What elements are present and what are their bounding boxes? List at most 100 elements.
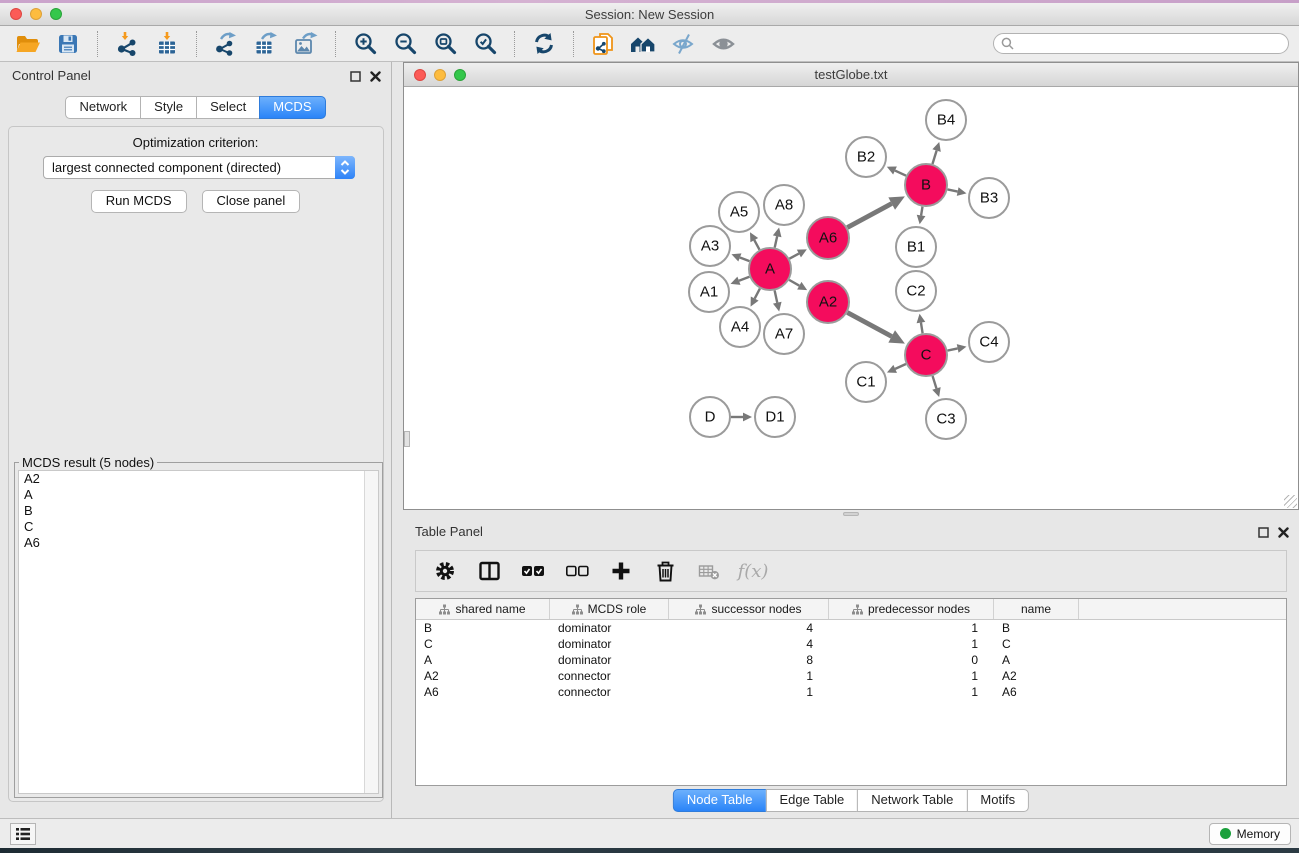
close-panel-button[interactable]: Close panel	[202, 190, 301, 213]
zoom-selected-button[interactable]	[469, 29, 501, 59]
export-image-button[interactable]	[290, 29, 322, 59]
hide-selection-button[interactable]	[667, 29, 699, 59]
tab-node-table[interactable]: Node Table	[673, 789, 767, 812]
column-header-name[interactable]: name	[994, 599, 1079, 619]
tab-select[interactable]: Select	[196, 96, 260, 119]
tab-edge-table[interactable]: Edge Table	[765, 789, 858, 812]
show-all-button[interactable]	[707, 29, 739, 59]
export-table-button[interactable]	[250, 29, 282, 59]
edge-C-C1[interactable]	[887, 364, 906, 373]
graph-node-A7[interactable]: A7	[764, 314, 804, 354]
edge-A-A8[interactable]	[773, 227, 782, 247]
import-network-button[interactable]	[111, 29, 143, 59]
split-divider[interactable]	[403, 510, 1299, 518]
export-network-button[interactable]	[210, 29, 242, 59]
mcds-result-list[interactable]: A2ABCA6	[18, 470, 379, 794]
edge-C-C3[interactable]	[932, 376, 940, 397]
first-neighbors-button[interactable]	[627, 29, 659, 59]
graph-node-A6[interactable]: A6	[807, 217, 849, 259]
graph-node-D1[interactable]: D1	[755, 397, 795, 437]
close-panel-icon[interactable]	[370, 69, 381, 87]
graph-node-C4[interactable]: C4	[969, 322, 1009, 362]
deselect-all-columns-button[interactable]	[562, 557, 592, 585]
edge-A-A3[interactable]	[731, 253, 749, 261]
edge-A-A5[interactable]	[750, 232, 760, 249]
network-graph[interactable]: B4B2BB3A5A8A6A3B1AA1C2A2A4A7CC4C1C3DD1	[404, 87, 1296, 507]
task-history-button[interactable]	[10, 823, 36, 845]
delete-table-button[interactable]	[694, 557, 724, 585]
window-resize-grip[interactable]	[1284, 495, 1297, 508]
edge-C-C4[interactable]	[948, 344, 967, 353]
function-builder-button[interactable]: f(x)	[738, 557, 768, 585]
zoom-fit-button[interactable]	[429, 29, 461, 59]
run-mcds-button[interactable]: Run MCDS	[91, 190, 187, 213]
graph-node-C2[interactable]: C2	[896, 271, 936, 311]
graph-node-B[interactable]: B	[905, 164, 947, 206]
graph-node-C3[interactable]: C3	[926, 399, 966, 439]
close-table-panel-icon[interactable]	[1278, 525, 1289, 543]
edge-B-B3[interactable]	[948, 187, 967, 196]
edge-A6-B[interactable]	[847, 196, 905, 227]
graph-node-A4[interactable]: A4	[720, 307, 760, 347]
edge-A-A6[interactable]	[789, 249, 806, 258]
mcds-result-item[interactable]: A2	[19, 471, 378, 487]
save-session-button[interactable]	[52, 29, 84, 59]
graph-node-C[interactable]: C	[905, 334, 947, 376]
graph-node-B4[interactable]: B4	[926, 100, 966, 140]
tab-network[interactable]: Network	[65, 96, 141, 119]
mcds-result-item[interactable]: A	[19, 487, 378, 503]
graph-node-A1[interactable]: A1	[689, 272, 729, 312]
edge-B-B4[interactable]	[932, 142, 940, 164]
mcds-result-item[interactable]: B	[19, 503, 378, 519]
column-header-successor-nodes[interactable]: successor nodes	[669, 599, 829, 619]
canvas-scroll-handle[interactable]	[404, 431, 410, 447]
tab-style[interactable]: Style	[140, 96, 197, 119]
mcds-result-item[interactable]: A6	[19, 535, 378, 551]
edge-D-D1[interactable]	[731, 413, 752, 422]
zoom-out-button[interactable]	[389, 29, 421, 59]
table-row[interactable]: Bdominator41B	[416, 620, 1286, 636]
column-header-predecessor-nodes[interactable]: predecessor nodes	[829, 599, 994, 619]
graph-node-B3[interactable]: B3	[969, 178, 1009, 218]
tab-motifs[interactable]: Motifs	[966, 789, 1029, 812]
show-columns-button[interactable]	[474, 557, 504, 585]
float-table-panel-icon[interactable]	[1258, 525, 1269, 543]
graph-node-B2[interactable]: B2	[846, 137, 886, 177]
table-row[interactable]: A6connector11A6	[416, 684, 1286, 700]
float-panel-icon[interactable]	[350, 69, 361, 87]
table-row[interactable]: Cdominator41C	[416, 636, 1286, 652]
optimization-criterion-select[interactable]: largest connected component (directed)	[43, 156, 355, 179]
graph-node-D[interactable]: D	[690, 397, 730, 437]
open-session-button[interactable]	[12, 29, 44, 59]
edge-A-A7[interactable]	[773, 291, 782, 312]
scrollbar-track[interactable]	[364, 471, 378, 793]
network-from-selection-button[interactable]	[587, 29, 619, 59]
table-options-button[interactable]	[430, 557, 460, 585]
column-header-shared-name[interactable]: shared name	[416, 599, 550, 619]
edge-A-A4[interactable]	[751, 289, 760, 307]
import-table-button[interactable]	[151, 29, 183, 59]
add-column-button[interactable]	[606, 557, 636, 585]
table-row[interactable]: Adominator80A	[416, 652, 1286, 668]
network-canvas[interactable]: B4B2BB3A5A8A6A3B1AA1C2A2A4A7CC4C1C3DD1	[404, 87, 1298, 509]
column-header-mcds-role[interactable]: MCDS role	[550, 599, 669, 619]
refresh-button[interactable]	[528, 29, 560, 59]
graph-node-A3[interactable]: A3	[690, 226, 730, 266]
select-all-columns-button[interactable]	[518, 557, 548, 585]
graph-node-A[interactable]: A	[749, 248, 791, 290]
edge-C-C2[interactable]	[917, 314, 926, 334]
zoom-in-button[interactable]	[349, 29, 381, 59]
delete-column-button[interactable]	[650, 557, 680, 585]
tab-network-table[interactable]: Network Table	[857, 789, 967, 812]
table-row[interactable]: A2connector11A2	[416, 668, 1286, 684]
split-divider-grip[interactable]	[843, 512, 859, 516]
memory-button[interactable]: Memory	[1209, 823, 1291, 845]
graph-node-A2[interactable]: A2	[807, 281, 849, 323]
graph-node-A5[interactable]: A5	[719, 192, 759, 232]
edge-B-B2[interactable]	[887, 167, 906, 176]
edge-A-A2[interactable]	[789, 280, 807, 290]
edge-A-A1[interactable]	[731, 277, 750, 285]
graph-node-A8[interactable]: A8	[764, 185, 804, 225]
graph-node-B1[interactable]: B1	[896, 227, 936, 267]
search-input[interactable]	[1018, 36, 1288, 52]
